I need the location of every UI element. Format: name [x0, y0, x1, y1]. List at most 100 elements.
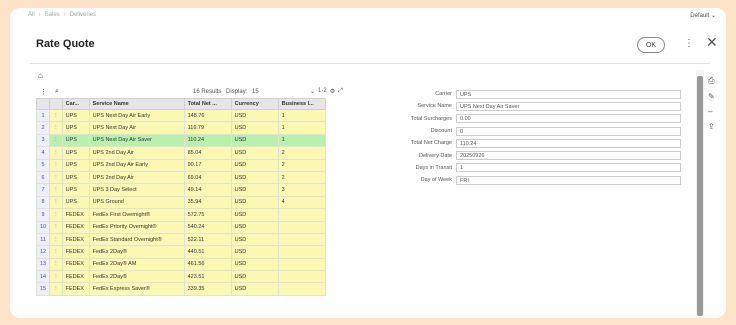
- row-number: 5: [35, 158, 51, 172]
- table-row[interactable]: 2 ⋮ UPS UPS Next Day Air 116.79 USD 1: [35, 121, 326, 135]
- table-row[interactable]: 9 ⋮ FEDEX FedEx First Overnight® 572.75 USD: [35, 208, 326, 222]
- row-menu-icon[interactable]: ⋮: [49, 282, 63, 296]
- default-dropdown[interactable]: Default ⌄: [690, 12, 716, 19]
- vertical-scrollbar[interactable]: [696, 70, 704, 318]
- column-header-currency[interactable]: Currency: [230, 98, 279, 110]
- form-row: Delivery Date 20250926: [390, 149, 681, 161]
- table-row[interactable]: 3 ⋮ UPS UPS Next Day Air Saver 110.24 USD 1: [35, 133, 326, 148]
- form-row: Day of Week FRI: [390, 174, 681, 186]
- cell-business-days: 4: [277, 195, 326, 210]
- row-menu-icon[interactable]: ⋮: [49, 195, 63, 210]
- row-menu-icon[interactable]: ⋮: [49, 183, 63, 197]
- home-icon[interactable]: ⌂: [38, 71, 43, 80]
- row-menu-icon[interactable]: ⋮: [49, 245, 63, 259]
- rate-quote-window: All › Sales › Deliveries Default ⌄ Rate …: [10, 8, 726, 318]
- table-row[interactable]: 11 ⋮ FEDEX FedEx Standard Overnight® 522.11 U…: [35, 232, 326, 247]
- cell-business-days: 1: [277, 108, 326, 123]
- cell-carrier: FEDEX: [61, 220, 90, 234]
- row-number: 9: [35, 208, 51, 222]
- cell-business-days: 2: [277, 146, 326, 160]
- row-menu-icon[interactable]: ⋮: [49, 146, 63, 160]
- grid-toolbar: ⋮ ⌕: [40, 88, 59, 96]
- cell-currency: USD: [230, 220, 279, 234]
- row-number: 12: [35, 245, 51, 259]
- scrollbar-thumb[interactable]: [697, 76, 703, 316]
- print-icon[interactable]: ⎙: [708, 76, 715, 86]
- display-value[interactable]: 15: [252, 89, 259, 95]
- form-field[interactable]: UPS: [456, 89, 681, 99]
- table-row[interactable]: 15 ⋮ FEDEX FedEx Express Saver® 339.35 USD: [35, 282, 326, 296]
- form-field[interactable]: 110.24: [456, 138, 681, 148]
- row-number: 10: [35, 220, 51, 234]
- more-options-icon[interactable]: ⋮: [684, 38, 694, 49]
- column-header-carrier[interactable]: Car...: [61, 98, 90, 110]
- search-icon[interactable]: ⌕: [55, 88, 59, 96]
- cell-carrier: FEDEX: [61, 270, 90, 284]
- table-row[interactable]: 10 ⋮ FEDEX FedEx Priority Overnight® 540.24 U…: [35, 220, 326, 234]
- breadcrumb-item-sales[interactable]: Sales: [45, 12, 60, 18]
- column-header-business[interactable]: Business I...: [277, 98, 326, 110]
- cell-total-net: 440.51: [183, 245, 232, 259]
- form-label: Service Name: [417, 103, 452, 110]
- column-header-total[interactable]: Total Net ...: [183, 98, 232, 110]
- cell-business-days: [277, 220, 326, 234]
- cell-carrier: UPS: [61, 133, 90, 148]
- cell-business-days: 3: [277, 183, 326, 197]
- row-menu-icon[interactable]: ⋮: [49, 257, 63, 272]
- row-number-header: [35, 98, 51, 110]
- table-row[interactable]: 12 ⋮ FEDEX FedEx 2Day® 440.51 USD: [35, 245, 326, 259]
- kebab-icon[interactable]: ⋮: [40, 88, 47, 96]
- row-number: 14: [35, 270, 51, 284]
- table-row[interactable]: 4 ⋮ UPS UPS 2nd Day Air 85.04 USD 2: [35, 146, 326, 160]
- row-menu-icon[interactable]: ⋮: [49, 270, 63, 284]
- cell-currency: USD: [230, 257, 279, 272]
- table-row[interactable]: 6 ⋮ UPS UPS 2nd Day Air 69.04 USD 2: [35, 170, 326, 185]
- column-header-service[interactable]: Service Name: [88, 98, 185, 110]
- form-row: Discount 0: [390, 125, 681, 137]
- row-menu-icon[interactable]: ⋮: [49, 133, 63, 148]
- table-row[interactable]: 7 ⋮ UPS UPS 3 Day Select 49.14 USD 3: [35, 183, 326, 197]
- table-row[interactable]: 8 ⋮ UPS UPS Ground 35.94 USD 4: [35, 195, 326, 210]
- default-label: Default: [690, 13, 710, 19]
- form-field[interactable]: FRI: [456, 175, 681, 185]
- minus-icon[interactable]: –: [708, 107, 715, 116]
- row-menu-icon[interactable]: ⋮: [49, 121, 63, 135]
- chevron-down-icon: ⌄: [710, 13, 716, 19]
- cell-total-net: 522.11: [183, 232, 232, 247]
- form-field[interactable]: 0.00: [456, 114, 681, 124]
- expand-icon[interactable]: ⤢: [338, 88, 343, 95]
- table-row[interactable]: 5 ⋮ UPS UPS 2nd Day Air Early 90.17 USD 2: [35, 158, 326, 172]
- edit-icon[interactable]: ✎: [708, 92, 715, 101]
- row-menu-icon[interactable]: ⋮: [49, 158, 63, 172]
- row-menu-icon[interactable]: ⋮: [49, 170, 63, 185]
- cell-business-days: [277, 282, 326, 296]
- row-menu-icon[interactable]: ⋮: [49, 232, 63, 247]
- breadcrumb-item-all[interactable]: All: [28, 12, 35, 18]
- table-row[interactable]: 13 ⋮ FEDEX FedEx 2Day® AM 461.56 USD: [35, 257, 326, 272]
- breadcrumb-item-deliveries[interactable]: Deliveries: [70, 12, 96, 18]
- form-field[interactable]: 20250926: [456, 151, 681, 161]
- form-field[interactable]: 1: [456, 163, 681, 173]
- row-menu-icon[interactable]: ⋮: [49, 220, 63, 234]
- row-menu-icon[interactable]: ⋮: [49, 208, 63, 222]
- table-row[interactable]: 1 ⋮ UPS UPS Next Day Air Early 148.76 USD 1: [35, 108, 326, 123]
- row-menu-icon[interactable]: ⋮: [49, 108, 63, 123]
- settings-icon[interactable]: ⚙: [330, 88, 335, 95]
- top-bar: All › Sales › Deliveries Default ⌄: [10, 8, 726, 24]
- page-title: Rate Quote: [36, 38, 95, 50]
- form-field[interactable]: 0: [456, 126, 681, 136]
- cell-service-name: FedEx 2Day®: [88, 245, 185, 259]
- breadcrumb-separator: ›: [38, 12, 41, 18]
- ok-button[interactable]: OK: [637, 37, 665, 53]
- cell-total-net: 69.04: [183, 170, 232, 185]
- chevron-down-icon[interactable]: ⌄: [310, 88, 315, 95]
- close-icon[interactable]: ✕: [706, 34, 718, 51]
- pager: ⌄ 1-2 ⚙ ⤢: [310, 88, 343, 95]
- table-row[interactable]: 14 ⋮ FEDEX FedEx 2Day® 423.51 USD: [35, 270, 326, 284]
- cell-carrier: FEDEX: [61, 257, 90, 272]
- side-toolbar: ⎙ ✎ – ⇪: [708, 76, 715, 131]
- cell-total-net: 85.04: [183, 146, 232, 160]
- form-field[interactable]: UPS Next Day Air Saver: [456, 101, 681, 111]
- cell-total-net: 423.51: [183, 270, 232, 284]
- share-icon[interactable]: ⇪: [708, 122, 715, 131]
